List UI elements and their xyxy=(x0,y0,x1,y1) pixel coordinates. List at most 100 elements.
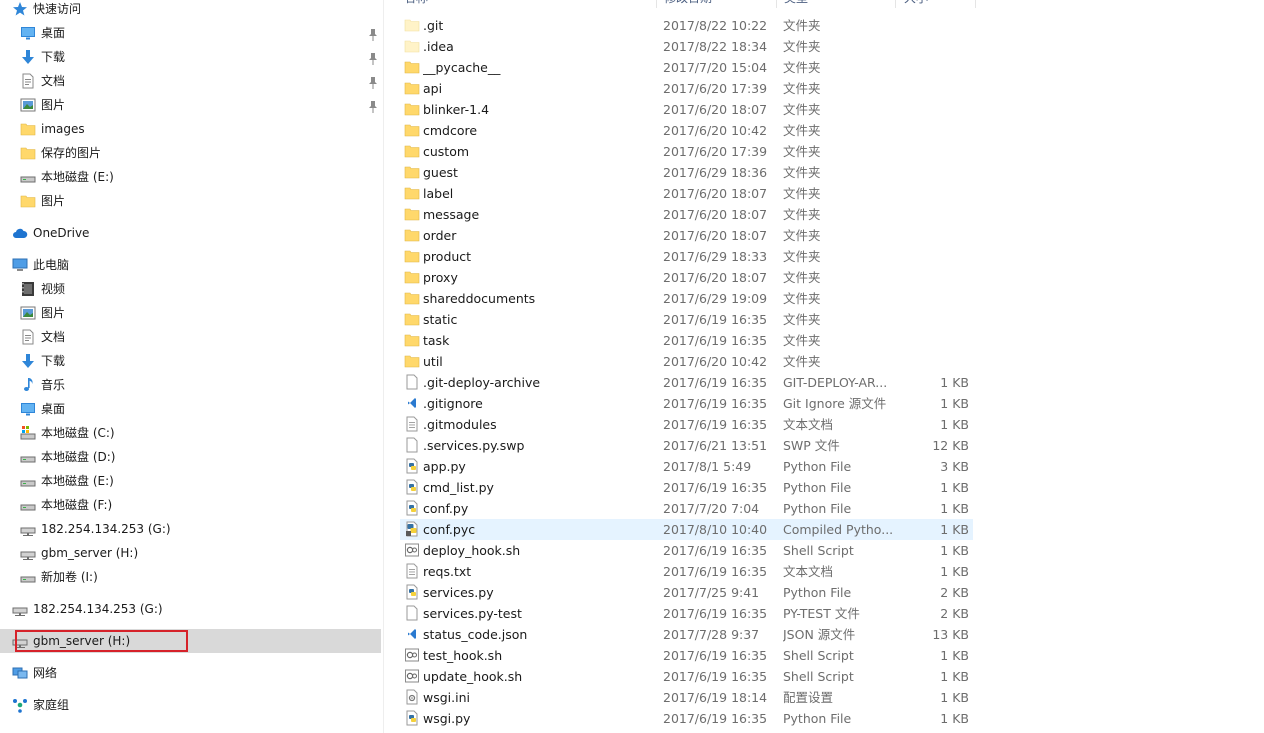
file-row[interactable]: .gitignore 2017/6/19 16:35 Git Ignore 源文件 1… xyxy=(400,393,973,414)
nav-item[interactable]: images xyxy=(0,117,382,141)
file-row[interactable]: util 2017/6/20 10:42 文件夹 xyxy=(400,351,973,372)
file-row[interactable]: custom 2017/6/20 17:39 文件夹 xyxy=(400,141,973,162)
file-row[interactable]: cmdcore 2017/6/20 10:42 文件夹 xyxy=(400,120,973,141)
file-row[interactable]: message 2017/6/20 18:07 文件夹 xyxy=(400,204,973,225)
nav-item[interactable]: 本地磁盘 (D:) xyxy=(0,445,382,469)
document-icon xyxy=(20,73,36,89)
file-row[interactable]: status_code.json 2017/7/28 9:37 JSON 源文件 13… xyxy=(400,624,973,645)
nav-item[interactable]: 本地磁盘 (E:) xyxy=(0,165,382,189)
file-row[interactable]: .git 2017/8/22 10:22 文件夹 xyxy=(400,15,973,36)
nav-item[interactable]: 本地磁盘 (E:) xyxy=(0,469,382,493)
file-date-modified: 2017/6/20 18:07 xyxy=(663,228,768,243)
file-row[interactable]: static 2017/6/19 16:35 文件夹 xyxy=(400,309,973,330)
file-row[interactable]: reqs.txt 2017/6/19 16:35 文本文档 1 KB xyxy=(400,561,973,582)
column-header-size[interactable]: 大小 xyxy=(904,0,928,8)
nav-item[interactable]: 桌面 xyxy=(0,21,382,45)
folder-icon xyxy=(404,332,420,348)
file-type: Python File xyxy=(783,480,852,495)
file-row[interactable]: proxy 2017/6/20 18:07 文件夹 xyxy=(400,267,973,288)
folder-icon xyxy=(404,206,420,222)
nav-item[interactable]: 182.254.134.253 (G:) xyxy=(0,517,382,541)
nav-item[interactable]: 桌面 xyxy=(0,397,382,421)
nav-item[interactable]: 下载 xyxy=(0,45,382,69)
nav-item[interactable]: 音乐 xyxy=(0,373,382,397)
compiled-python-icon xyxy=(404,521,420,537)
file-date-modified: 2017/6/29 19:09 xyxy=(663,291,768,306)
file-row[interactable]: product 2017/6/29 18:33 文件夹 xyxy=(400,246,973,267)
file-type: Git Ignore 源文件 xyxy=(783,396,887,411)
nav-item[interactable]: 视频 xyxy=(0,277,382,301)
file-row[interactable]: task 2017/6/19 16:35 文件夹 xyxy=(400,330,973,351)
nav-item[interactable]: 此电脑 xyxy=(0,253,382,277)
file-row[interactable]: wsgi.py 2017/6/19 16:35 Python File 1 KB xyxy=(400,708,973,729)
nav-item[interactable]: 图片 xyxy=(0,301,382,325)
file-name: static xyxy=(423,312,458,327)
shell-script-icon xyxy=(404,647,420,663)
nav-item[interactable]: 下载 xyxy=(0,349,382,373)
file-row[interactable]: .git-deploy-archive 2017/6/19 16:35 GIT-DE… xyxy=(400,372,973,393)
file-row[interactable]: guest 2017/6/29 18:36 文件夹 xyxy=(400,162,973,183)
column-separator[interactable] xyxy=(656,0,657,8)
file-row[interactable]: services.py-test 2017/6/19 16:35 PY-TEST 文… xyxy=(400,603,973,624)
file-type: 文件夹 xyxy=(783,60,821,75)
nav-item[interactable]: 保存的图片 xyxy=(0,141,382,165)
nav-item[interactable]: 快速访问 xyxy=(0,0,382,21)
column-separator[interactable] xyxy=(975,0,976,8)
nav-item[interactable]: 本地磁盘 (F:) xyxy=(0,493,382,517)
pin-icon[interactable] xyxy=(368,26,378,41)
pin-icon[interactable] xyxy=(368,74,378,89)
column-header-name[interactable]: 名称 xyxy=(404,0,428,8)
file-row[interactable]: blinker-1.4 2017/6/20 18:07 文件夹 xyxy=(400,99,973,120)
nav-item[interactable]: 本地磁盘 (C:) xyxy=(0,421,382,445)
file-type: Compiled Pytho... xyxy=(783,522,893,537)
file-row[interactable]: app.py 2017/8/1 5:49 Python File 3 KB xyxy=(400,456,973,477)
file-row[interactable]: __pycache__ 2017/7/20 15:04 文件夹 xyxy=(400,57,973,78)
pin-icon[interactable] xyxy=(368,50,378,65)
file-row[interactable]: deploy_hook.sh 2017/6/19 16:35 Shell Scrip… xyxy=(400,540,973,561)
file-row[interactable]: test_hook.sh 2017/6/19 16:35 Shell Script 1… xyxy=(400,645,973,666)
nav-item[interactable]: 图片 xyxy=(0,93,382,117)
file-row[interactable]: .services.py.swp 2017/6/21 13:51 SWP 文件 12 … xyxy=(400,435,973,456)
nav-item[interactable]: 图片 xyxy=(0,189,382,213)
nav-item-label: 桌面 xyxy=(41,26,66,40)
file-name: custom xyxy=(423,144,470,159)
blank-file-icon xyxy=(404,374,420,390)
file-row[interactable]: cmd_list.py 2017/6/19 16:35 Python File 1 K… xyxy=(400,477,973,498)
file-row[interactable]: order 2017/6/20 18:07 文件夹 xyxy=(400,225,973,246)
nav-item[interactable]: gbm_server (H:) xyxy=(0,541,382,565)
file-row[interactable]: update_hook.sh 2017/6/19 16:35 Shell Scrip… xyxy=(400,666,973,687)
file-row[interactable]: wsgi.ini 2017/6/19 18:14 配置设置 1 KB xyxy=(400,687,973,708)
nav-item-label: gbm_server (H:) xyxy=(41,546,139,560)
file-name: deploy_hook.sh xyxy=(423,543,521,558)
navigation-pane: 快速访问 桌面 下载 文档 图片 images 保存的图片 本地磁盘 (E:) 图片 OneDri… xyxy=(0,0,382,733)
file-name: reqs.txt xyxy=(423,564,472,579)
file-type: 文件夹 xyxy=(783,39,821,54)
nav-item[interactable]: 网络 xyxy=(0,661,382,685)
nav-item[interactable]: 新加卷 (I:) xyxy=(0,565,382,589)
file-row[interactable]: conf.py 2017/7/20 7:04 Python File 1 KB xyxy=(400,498,973,519)
file-row[interactable]: api 2017/6/20 17:39 文件夹 xyxy=(400,78,973,99)
file-row[interactable]: services.py 2017/7/25 9:41 Python File 2 KB xyxy=(400,582,973,603)
column-header-type[interactable]: 类型 xyxy=(784,0,808,8)
nav-item[interactable]: 家庭组 xyxy=(0,693,382,717)
column-separator[interactable] xyxy=(895,0,896,8)
file-name: api xyxy=(423,81,443,96)
nav-item[interactable]: 文档 xyxy=(0,69,382,93)
nav-item[interactable]: OneDrive xyxy=(0,221,382,245)
file-row[interactable]: label 2017/6/20 18:07 文件夹 xyxy=(400,183,973,204)
nav-item[interactable]: 182.254.134.253 (G:) xyxy=(0,597,382,621)
cloud-icon xyxy=(12,225,28,241)
file-name: .gitignore xyxy=(423,396,483,411)
file-row[interactable]: .idea 2017/8/22 18:34 文件夹 xyxy=(400,36,973,57)
file-row[interactable]: shareddocuments 2017/6/29 19:09 文件夹 xyxy=(400,288,973,309)
nav-item-label: 快速访问 xyxy=(33,2,82,16)
pin-icon[interactable] xyxy=(368,98,378,113)
file-row[interactable]: conf.pyc 2017/8/10 10:40 Compiled Pytho...… xyxy=(400,519,973,540)
drive-icon xyxy=(20,569,36,585)
column-header-date[interactable]: 修改日期 xyxy=(664,0,712,8)
file-name: wsgi.py xyxy=(423,711,471,726)
file-row[interactable]: .gitmodules 2017/6/19 16:35 文本文档 1 KB xyxy=(400,414,973,435)
column-separator[interactable] xyxy=(776,0,777,8)
nav-item[interactable]: 文档 xyxy=(0,325,382,349)
nav-item-label: 本地磁盘 (E:) xyxy=(41,474,114,488)
